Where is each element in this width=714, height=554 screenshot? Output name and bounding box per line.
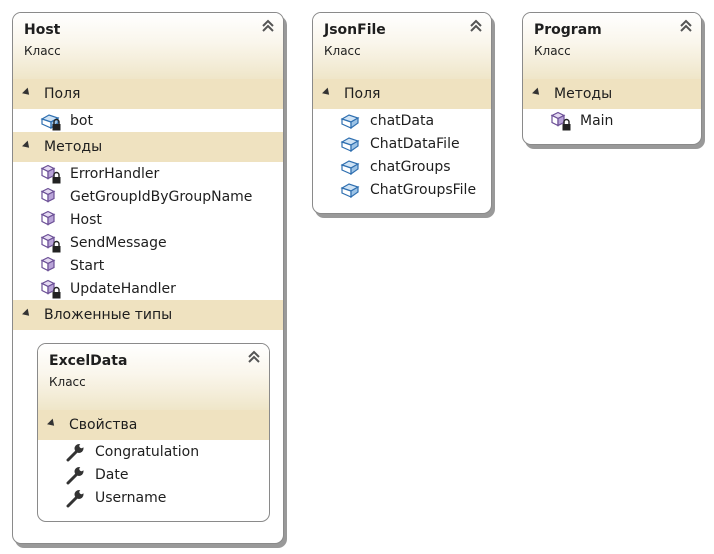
section-label: Методы [44,139,103,155]
method-name: Start [70,257,105,274]
method-icon [40,210,62,230]
method-name: GetGroupIdByGroupName [70,188,253,205]
field-icon [340,111,362,131]
collapse-triangle-icon [22,308,32,319]
method-item[interactable]: ErrorHandler [13,162,283,185]
class-header: Host Класс [13,13,283,79]
section-label: Вложенные типы [44,307,173,323]
section-label: Свойства [69,417,138,433]
property-item[interactable]: Date [38,463,269,486]
field-icon [340,134,362,154]
class-header: JsonFile Класс [313,13,491,79]
section-methods[interactable]: Методы [13,132,283,162]
double-chevron-up-icon[interactable] [679,18,693,34]
class-exceldata[interactable]: ExcelData Класс Свойства Congratulation … [37,343,270,522]
class-name: ExcelData [49,353,128,369]
section-properties[interactable]: Свойства [38,410,269,440]
collapse-triangle-icon [22,87,32,98]
class-name: JsonFile [324,22,386,38]
wrench-icon [65,442,87,462]
collapse-triangle-icon [22,140,32,151]
field-item[interactable]: ChatDataFile [313,132,491,155]
class-name: Program [534,22,602,38]
method-icon [40,187,62,207]
double-chevron-up-icon[interactable] [469,18,483,34]
field-icon [340,157,362,177]
method-lock-icon [40,279,62,299]
collapse-triangle-icon [47,418,57,429]
wrench-icon [65,488,87,508]
double-chevron-up-icon[interactable] [261,18,275,34]
method-lock-icon [40,233,62,253]
method-item[interactable]: Start [13,254,283,277]
field-item[interactable]: bot [13,109,283,132]
method-item[interactable]: Main [523,109,701,132]
section-label: Методы [554,86,613,102]
field-item[interactable]: chatGroups [313,155,491,178]
section-methods[interactable]: Методы [523,79,701,109]
section-fields[interactable]: Поля [13,79,283,109]
method-name: UpdateHandler [70,280,176,297]
wrench-icon [65,465,87,485]
class-name: Host [24,22,61,38]
section-fields[interactable]: Поля [313,79,491,109]
method-name: ErrorHandler [70,165,160,182]
field-name: chatData [370,112,435,129]
field-lock-icon [40,111,62,131]
double-chevron-up-icon[interactable] [247,349,261,365]
class-kind: Класс [324,44,361,58]
collapse-triangle-icon [532,87,542,98]
property-name: Date [95,466,129,483]
method-name: Main [580,112,614,129]
field-icon [340,180,362,200]
class-header: ExcelData Класс [38,344,269,410]
field-name: ChatGroupsFile [370,181,477,198]
field-name: ChatDataFile [370,135,460,152]
section-label: Поля [44,86,81,102]
method-lock-icon [40,164,62,184]
method-item[interactable]: SendMessage [13,231,283,254]
class-header: Program Класс [523,13,701,79]
method-name: Host [70,211,102,228]
method-item[interactable]: GetGroupIdByGroupName [13,185,283,208]
class-program[interactable]: Program Класс Методы Main [522,12,702,145]
class-jsonfile[interactable]: JsonFile Класс Поля chatData ChatDataFil… [312,12,492,214]
property-item[interactable]: Congratulation [38,440,269,463]
field-name: chatGroups [370,158,451,175]
collapse-triangle-icon [322,87,332,98]
class-kind: Класс [49,375,86,389]
method-lock-icon [550,111,572,131]
section-nested-types[interactable]: Вложенные типы [13,300,283,330]
class-kind: Класс [534,44,571,58]
method-item[interactable]: UpdateHandler [13,277,283,300]
field-item[interactable]: chatData [313,109,491,132]
section-label: Поля [344,86,381,102]
class-kind: Класс [24,44,61,58]
field-item[interactable]: ChatGroupsFile [313,178,491,201]
property-item[interactable]: Username [38,486,269,509]
method-icon [40,256,62,276]
property-name: Username [95,489,167,506]
method-item[interactable]: Host [13,208,283,231]
property-name: Congratulation [95,443,200,460]
method-name: SendMessage [70,234,167,251]
field-name: bot [70,112,93,129]
